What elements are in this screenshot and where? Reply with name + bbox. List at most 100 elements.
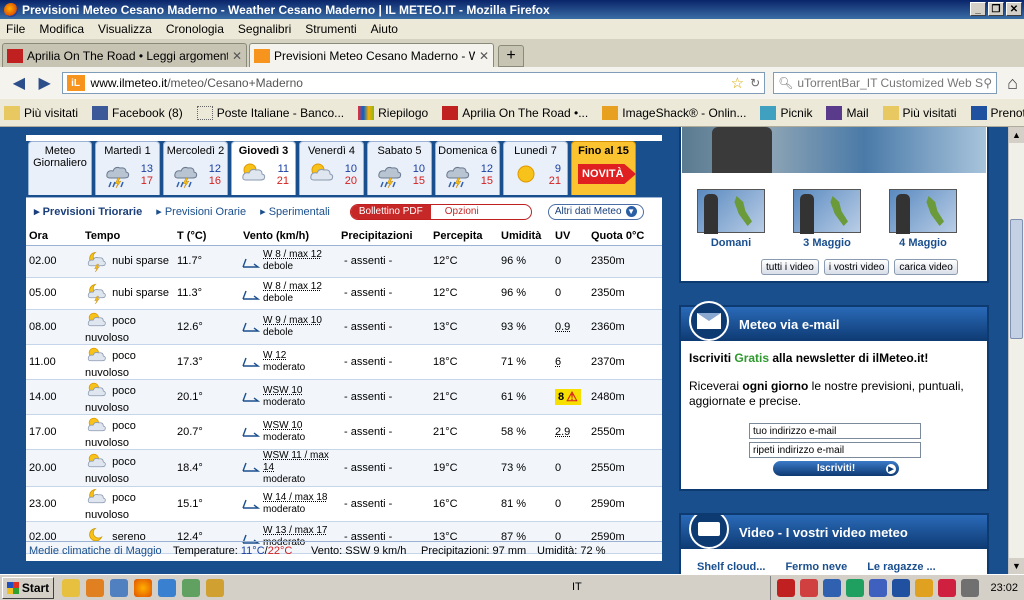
new-tab-button[interactable]: +: [498, 45, 524, 67]
cell-perceived: 12°C: [430, 245, 498, 278]
language-indicator[interactable]: IT: [572, 581, 582, 593]
tray-icon[interactable]: [938, 579, 957, 597]
cell-wind[interactable]: W 8 / max 12 debole: [240, 277, 338, 310]
tab-close-icon[interactable]: ✕: [479, 49, 489, 63]
cell-wind[interactable]: WSW 10 moderato: [240, 414, 338, 450]
video-thumb-3-maggio[interactable]: 3 Maggio: [793, 189, 861, 249]
tray-icon[interactable]: [915, 579, 934, 597]
video-thumb-4-maggio[interactable]: 4 Maggio: [889, 189, 957, 249]
menu-segnalibri[interactable]: Segnalibri: [238, 22, 291, 36]
day-tab[interactable]: Venerdì 4 10 20: [299, 141, 364, 195]
video-thumb-domani[interactable]: Domani: [697, 189, 765, 249]
bookmark-riepilogo[interactable]: Riepilogo: [358, 105, 428, 120]
day-tab[interactable]: Fino al 15 NOVITÀ: [571, 141, 636, 195]
firefox-taskbar-icon[interactable]: [134, 578, 152, 597]
day-min-temp: 11: [277, 163, 289, 175]
forward-icon[interactable]: ▶: [32, 71, 58, 95]
user-video-item[interactable]: Shelf cloud...: [697, 561, 765, 573]
url-bar[interactable]: iL www.ilmeteo.it/meteo/Cesano+Maderno ☆…: [61, 72, 766, 94]
vertical-scrollbar[interactable]: ▲ ▼: [1008, 127, 1024, 574]
ie-icon[interactable]: [158, 578, 176, 597]
scroll-down-icon[interactable]: ▼: [1009, 558, 1024, 574]
menu-cronologia[interactable]: Cronologia: [166, 22, 224, 36]
reload-icon[interactable]: ↻: [750, 76, 760, 90]
search-engine-icon[interactable]: 🔍︎: [778, 76, 793, 90]
cell-perceived: 12°C: [430, 277, 498, 310]
email-confirm-field[interactable]: ripeti indirizzo e-mail: [749, 442, 921, 458]
minimize-button[interactable]: _: [970, 2, 986, 16]
bookmark-piu-visitati[interactable]: Più visitati: [4, 105, 78, 120]
volume-icon[interactable]: [961, 579, 980, 597]
search-icon[interactable]: ⚲: [983, 76, 992, 90]
cell-wind[interactable]: WSW 11 / max 14 moderato: [240, 449, 338, 487]
day-tab[interactable]: Giovedì 3 11 21: [231, 141, 296, 195]
scroll-thumb[interactable]: [1010, 219, 1023, 339]
cell-wind[interactable]: WSW 10 moderato: [240, 379, 338, 415]
user-video-item[interactable]: Fermo neve: [785, 561, 847, 573]
app-icon[interactable]: [182, 578, 200, 597]
day-tab-label: Meteo: [44, 145, 76, 157]
menu-visualizza[interactable]: Visualizza: [98, 22, 152, 36]
scroll-up-icon[interactable]: ▲: [1009, 127, 1024, 143]
media-player-icon[interactable]: [86, 578, 104, 597]
day-tab[interactable]: Mercoledì 2 12 16: [163, 141, 228, 195]
submenu-triorarie[interactable]: ▸ Previsioni Triorarie: [34, 205, 142, 218]
ebay-icon: [358, 105, 375, 120]
submenu-orarie[interactable]: ▸ Previsioni Orarie: [156, 205, 246, 218]
cell-wind[interactable]: W 9 / max 10 debole: [240, 309, 338, 345]
video-hero-image[interactable]: [682, 127, 986, 173]
explorer-icon[interactable]: [62, 578, 80, 597]
bookmark-imageshack[interactable]: ImageShack® - Onlin...: [602, 105, 746, 120]
upload-video-button[interactable]: carica video: [894, 259, 958, 275]
day-tab[interactable]: Domenica 6 12 15: [435, 141, 500, 195]
email-field[interactable]: tuo indirizzo e-mail: [749, 423, 921, 439]
all-videos-button[interactable]: tutti i video: [761, 259, 819, 275]
bookmark-piu-visitati-2[interactable]: Più visitati: [882, 105, 957, 120]
search-input[interactable]: 🔍︎ uTorrentBar_IT Customized Web Se ⚲: [773, 72, 998, 94]
menu-file[interactable]: File: [6, 22, 25, 36]
uv-warning-badge[interactable]: 8 ⚠: [555, 388, 581, 405]
day-tab[interactable]: Sabato 5 10 15: [367, 141, 432, 195]
tab-meteo[interactable]: Previsioni Meteo Cesano Maderno - Weat..…: [249, 43, 494, 67]
opzioni-button[interactable]: Opzioni: [431, 205, 479, 219]
medie-link[interactable]: Medie climatiche di Maggio: [29, 545, 173, 557]
tray-icon[interactable]: [777, 579, 796, 597]
cell-wind[interactable]: W 12 moderato: [240, 344, 338, 380]
user-video-item[interactable]: Le ragazze ...: [867, 561, 935, 573]
menu-strumenti[interactable]: Strumenti: [305, 22, 356, 36]
menu-modifica[interactable]: Modifica: [39, 22, 84, 36]
day-tab[interactable]: Lunedì 7 9 21: [503, 141, 568, 195]
home-icon[interactable]: ⌂: [1007, 73, 1018, 94]
bookmark-picnik[interactable]: Picnik: [760, 105, 812, 120]
subscribe-button[interactable]: Iscriviti! ▶: [773, 461, 899, 476]
menu-aiuto[interactable]: Aiuto: [371, 22, 398, 36]
bookmark-facebook[interactable]: Facebook (8): [92, 105, 183, 120]
tray-icon[interactable]: [869, 579, 888, 597]
altri-dati-button[interactable]: Altri dati Meteo ▼: [547, 203, 644, 220]
cell-wind[interactable]: W 14 / max 18 moderato: [240, 486, 338, 522]
bookmark-poste[interactable]: Poste Italiane - Banco...: [196, 105, 344, 120]
back-icon[interactable]: ◀: [6, 71, 32, 95]
maximize-button[interactable]: ❐: [988, 2, 1004, 16]
bookmark-mail[interactable]: Mail: [826, 105, 869, 120]
start-button[interactable]: Start: [2, 576, 54, 599]
day-tab[interactable]: Martedì 1 13 17: [95, 141, 160, 195]
app-icon-2[interactable]: [206, 578, 224, 597]
submenu-sperimentali[interactable]: ▸ Sperimentali: [260, 205, 330, 218]
calculator-icon[interactable]: [110, 578, 128, 597]
cell-wind[interactable]: W 8 / max 12 debole: [240, 245, 338, 278]
your-videos-button[interactable]: i vostri video: [823, 259, 890, 275]
bollettino-pdf-button[interactable]: Bollettino PDF: [350, 204, 431, 219]
day-tab[interactable]: Meteo Giornaliero: [28, 141, 92, 195]
tab-close-icon[interactable]: ✕: [232, 49, 242, 63]
tray-icon[interactable]: [823, 579, 842, 597]
cell-freezing-level: 2350m: [588, 245, 662, 278]
bluetooth-icon[interactable]: [892, 579, 911, 597]
tab-aprilia[interactable]: Aprilia On The Road • Leggi argomento - …: [2, 43, 247, 67]
bookmark-aprilia[interactable]: Aprilia On The Road •...: [442, 105, 588, 120]
tray-icon[interactable]: [800, 579, 819, 597]
close-button[interactable]: ✕: [1006, 2, 1022, 16]
bookmark-prenotazione[interactable]: Prenotazione traghet...: [970, 105, 1024, 120]
bookmark-star-icon[interactable]: ☆: [731, 74, 744, 92]
tray-icon[interactable]: [846, 579, 865, 597]
